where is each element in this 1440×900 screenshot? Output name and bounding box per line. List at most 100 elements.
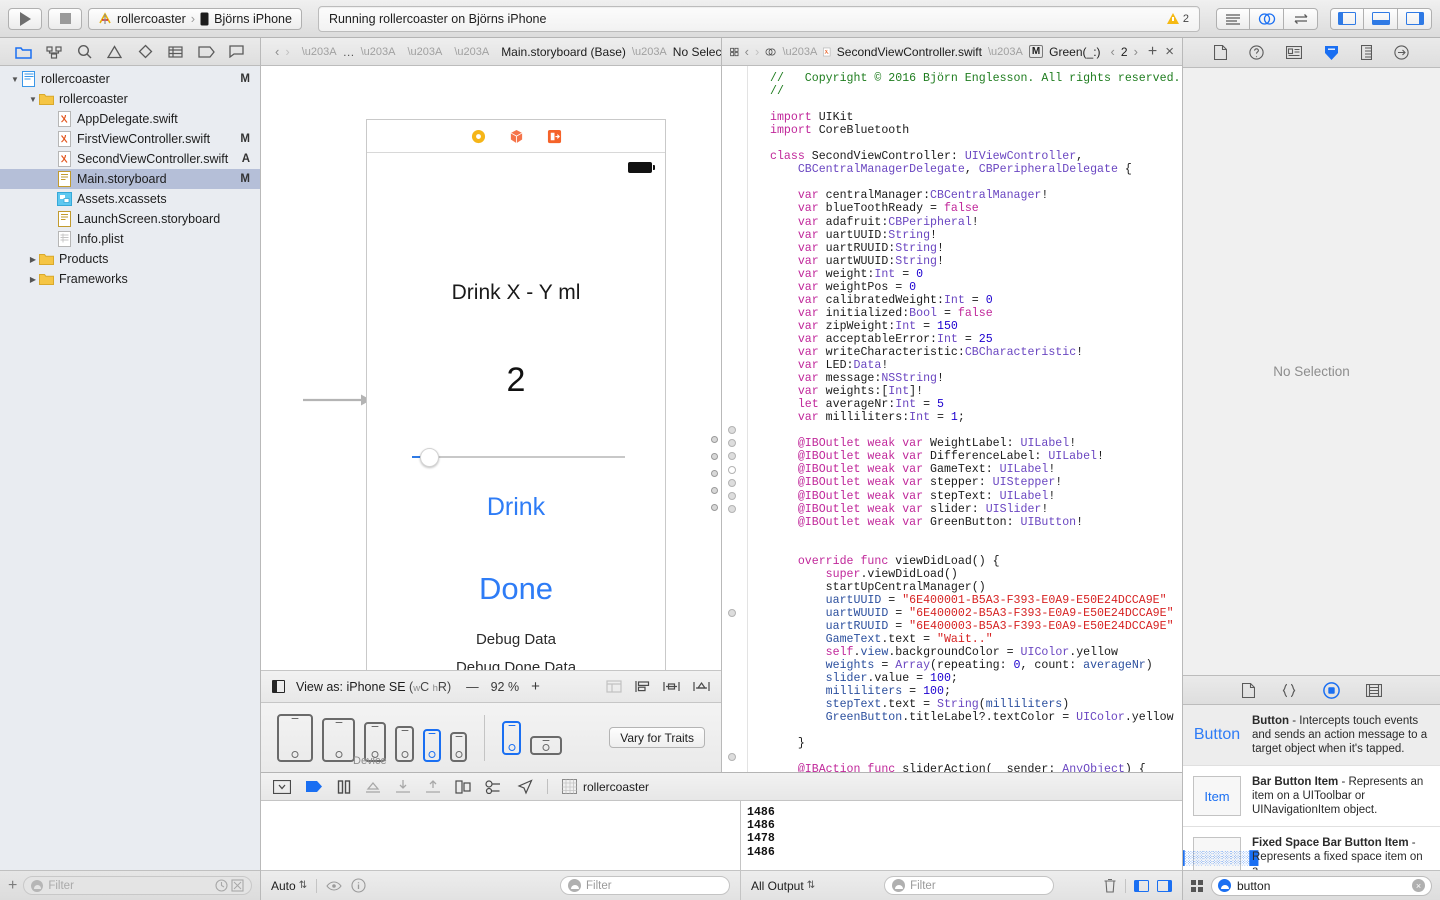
navigator-tab-reports[interactable]	[227, 43, 247, 61]
hide-debug-area-icon[interactable]	[273, 779, 291, 794]
navigator-tab-issues[interactable]	[105, 43, 125, 61]
code-symbol[interactable]: Green(_:)	[1049, 45, 1100, 59]
code-file-name[interactable]: SecondViewController.swift	[837, 45, 982, 59]
clear-filter-button[interactable]: ×	[1412, 879, 1425, 892]
media-library-icon[interactable]	[1365, 683, 1382, 697]
vary-for-traits-button[interactable]: Vary for Traits	[609, 727, 705, 748]
disclosure-triangle[interactable]: ▶	[27, 255, 39, 264]
document-outline-icon[interactable]	[272, 680, 285, 693]
file-row[interactable]: ▶ Frameworks	[0, 269, 260, 289]
done-button[interactable]: Done	[367, 571, 665, 607]
scheme-selector[interactable]: rollercoaster › Björns iPhone	[88, 7, 302, 30]
disclosure-triangle[interactable]: ▼	[9, 75, 21, 84]
grid-view-icon[interactable]	[1191, 879, 1203, 892]
disclosure-triangle[interactable]: ▶	[27, 275, 39, 284]
swift-file-icon[interactable]	[823, 45, 831, 59]
code-forward-button[interactable]: ›	[755, 44, 759, 59]
step-out-icon[interactable]	[425, 779, 441, 794]
device-iphone[interactable]	[395, 725, 414, 762]
info-icon[interactable]	[351, 878, 366, 893]
file-row[interactable]: Info.plist	[0, 229, 260, 249]
assistant-editor-button[interactable]	[1250, 7, 1284, 30]
source-control-filter-icon[interactable]	[231, 879, 244, 892]
source-code[interactable]: // Copyright © 2016 Björn Englesson. All…	[748, 66, 1182, 772]
view-controller-icon[interactable]	[471, 129, 486, 144]
debug-view-hierarchy-icon[interactable]	[455, 779, 471, 794]
project-file-tree[interactable]: ▼ rollercoaster M ▼ rollercoaster AppDelegate…	[0, 66, 260, 870]
outlet-marker[interactable]	[728, 465, 736, 474]
file-row[interactable]: ▼ rollercoaster M	[0, 69, 260, 89]
memory-graph-icon[interactable]	[485, 779, 503, 794]
view-as-label[interactable]: View as: iPhone SE (wC hR)	[296, 680, 451, 694]
outlet-marker[interactable]	[728, 491, 736, 500]
related-items-icon[interactable]	[730, 45, 739, 59]
pause-icon[interactable]	[337, 779, 351, 794]
disclosure-triangle[interactable]: ▼	[27, 95, 39, 104]
add-file-button[interactable]: +	[8, 877, 17, 895]
outlet-marker[interactable]	[728, 504, 736, 513]
toggle-debug-area-button[interactable]	[1364, 7, 1398, 30]
file-template-library-icon[interactable]	[1241, 682, 1255, 698]
connections-inspector-icon[interactable]	[1394, 45, 1409, 60]
console-filter-input[interactable]: Filter	[884, 876, 1055, 895]
first-responder-icon[interactable]	[509, 129, 524, 144]
view-controller-scene[interactable]: Drink X - Y ml 2 Drink Done Debug Data D…	[366, 119, 666, 670]
navigator-filter-input[interactable]: Filter	[23, 876, 252, 895]
resolve-issues-icon[interactable]	[693, 680, 710, 693]
step-over-icon[interactable]	[365, 780, 381, 794]
slider-knob[interactable]	[420, 448, 439, 467]
orientation-landscape[interactable]	[530, 735, 562, 755]
library-item[interactable]: █░░░░░░░█ Fixed Space Bar Button Item - R…	[1183, 827, 1440, 870]
file-row[interactable]: LaunchScreen.storyboard	[0, 209, 260, 229]
zoom-in-button[interactable]: +	[531, 678, 540, 695]
exit-icon[interactable]	[547, 129, 562, 144]
outlet-marker[interactable]	[728, 452, 736, 461]
console-view[interactable]: 1486 1486 1478 1486 All Output ⇅ Filter	[741, 801, 1182, 900]
library-item[interactable]: Item Bar Button Item - Represents an item…	[1183, 766, 1440, 827]
device-ipad-pro[interactable]	[277, 713, 313, 762]
show-console-toggle[interactable]	[1157, 879, 1172, 892]
outlet-marker[interactable]	[728, 439, 736, 448]
add-editor-button[interactable]: +	[1148, 43, 1157, 61]
scene-view[interactable]: Drink X - Y ml 2 Drink Done Debug Data D…	[367, 153, 665, 670]
trash-icon[interactable]	[1103, 878, 1117, 893]
ib-crumb-ellipsis[interactable]: …	[343, 45, 355, 59]
continue-icon[interactable]	[305, 780, 323, 793]
orientation-portrait[interactable]	[502, 720, 521, 755]
code-snippet-library-icon[interactable]	[1281, 683, 1297, 698]
stop-button[interactable]	[48, 7, 82, 30]
attributes-inspector-icon[interactable]	[1324, 45, 1339, 61]
close-editor-button[interactable]: ×	[1165, 43, 1174, 60]
debug-done-data-label[interactable]: Debug Done Data	[367, 659, 665, 670]
outlet-marker[interactable]	[728, 609, 736, 618]
version-editor-button[interactable]	[1284, 7, 1318, 30]
size-inspector-icon[interactable]	[1361, 45, 1372, 60]
variables-view[interactable]: Auto ⇅ Filter	[261, 801, 741, 900]
align-icon[interactable]	[635, 680, 650, 693]
update-frames-icon[interactable]	[606, 680, 622, 693]
ib-back-button[interactable]: ‹	[275, 44, 279, 59]
quick-help-icon[interactable]	[1249, 45, 1264, 60]
toggle-utilities-button[interactable]	[1398, 7, 1432, 30]
slider-control[interactable]	[412, 448, 625, 467]
library-item[interactable]: Button Button - Intercepts touch events a…	[1183, 705, 1440, 766]
outlet-marker[interactable]	[728, 752, 736, 761]
debug-data-label[interactable]: Debug Data	[367, 631, 665, 648]
outlet-marker[interactable]	[728, 478, 736, 487]
show-variables-toggle[interactable]	[1134, 879, 1149, 892]
game-text-label[interactable]: Drink X - Y ml	[367, 281, 665, 305]
code-prev-result-button[interactable]: ‹	[1111, 44, 1115, 59]
navigator-tab-breakpoints[interactable]	[196, 43, 216, 61]
file-row[interactable]: ▶ Products	[0, 249, 260, 269]
step-into-icon[interactable]	[395, 779, 411, 794]
debug-process-name[interactable]: rollercoaster	[583, 780, 649, 794]
outlet-marker[interactable]	[728, 426, 736, 435]
navigator-tab-source-control[interactable]	[44, 43, 64, 61]
console-output[interactable]: 1486 1486 1478 1486	[741, 801, 1182, 870]
navigator-tab-search[interactable]	[74, 43, 94, 61]
recent-files-icon[interactable]	[215, 879, 228, 892]
library-filter-input[interactable]: button ×	[1211, 875, 1432, 896]
object-library-list[interactable]: Button Button - Intercepts touch events a…	[1183, 705, 1440, 870]
step-text-label[interactable]: 2	[367, 361, 665, 400]
ib-forward-button[interactable]: ›	[285, 44, 289, 59]
